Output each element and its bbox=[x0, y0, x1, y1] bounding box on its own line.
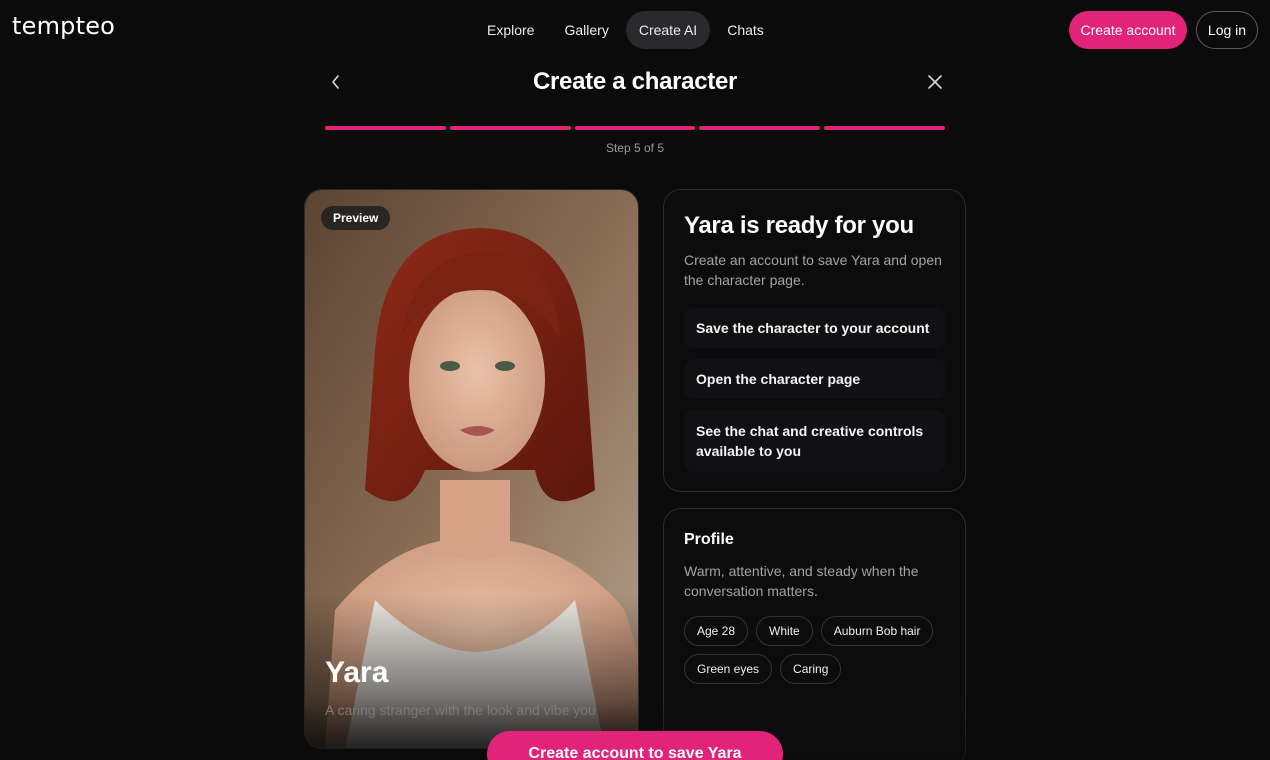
character-name: Yara bbox=[325, 656, 389, 689]
create-account-button[interactable]: Create account bbox=[1069, 11, 1187, 49]
progress-segment bbox=[325, 126, 446, 130]
step-progress-bar bbox=[325, 126, 945, 130]
preview-badge: Preview bbox=[321, 206, 391, 230]
profile-description: Warm, attentive, and steady when the con… bbox=[684, 563, 919, 599]
benefit-item: Open the character page bbox=[684, 359, 946, 399]
tag-chip-hair: Auburn Bob hair bbox=[820, 616, 934, 646]
main-nav: Explore Gallery Create AI Chats bbox=[474, 11, 777, 49]
tag-chip-age: Age 28 bbox=[684, 616, 749, 646]
ready-description: Create an account to save Yara and open … bbox=[684, 252, 942, 288]
step-indicator: Step 5 of 5 bbox=[605, 141, 665, 155]
tag-chip-ethnicity: White bbox=[756, 616, 813, 646]
progress-segment bbox=[574, 126, 696, 130]
ready-card: Yara is ready for you Create an account … bbox=[663, 189, 966, 492]
nav-item-create-ai[interactable]: Create AI bbox=[625, 11, 711, 49]
profile-card: Profile Warm, attentive, and steady when… bbox=[663, 508, 966, 760]
close-icon[interactable] bbox=[925, 72, 945, 92]
login-button[interactable]: Log in bbox=[1196, 11, 1258, 49]
save-character-cta-button[interactable]: Create account to save Yara bbox=[487, 731, 783, 760]
profile-title: Profile bbox=[684, 531, 734, 548]
progress-segment bbox=[449, 126, 571, 130]
logo[interactable]: tempteo bbox=[12, 12, 115, 40]
benefit-item: Save the character to your account bbox=[684, 308, 946, 348]
progress-segment bbox=[699, 126, 821, 130]
character-tagline: A caring stranger with the look and vibe… bbox=[325, 702, 596, 718]
nav-item-gallery[interactable]: Gallery bbox=[551, 11, 621, 49]
nav-item-chats[interactable]: Chats bbox=[714, 11, 777, 49]
tag-chip-eyes: Green eyes bbox=[684, 654, 773, 684]
benefit-item: See the chat and creative controls avail… bbox=[684, 410, 946, 472]
tag-chip-personality: Caring bbox=[780, 654, 842, 684]
top-navigation: tempteo Explore Gallery Create AI Chats … bbox=[0, 0, 1270, 60]
nav-item-explore[interactable]: Explore bbox=[474, 11, 547, 49]
ready-title: Yara is ready for you bbox=[684, 212, 914, 239]
character-preview-card: Preview Yara A caring stranger with the … bbox=[304, 189, 639, 749]
page-title: Create a character bbox=[532, 68, 738, 95]
profile-tags: Age 28 White Auburn Bob hair Green eyes … bbox=[684, 616, 954, 684]
progress-segment bbox=[824, 126, 945, 130]
